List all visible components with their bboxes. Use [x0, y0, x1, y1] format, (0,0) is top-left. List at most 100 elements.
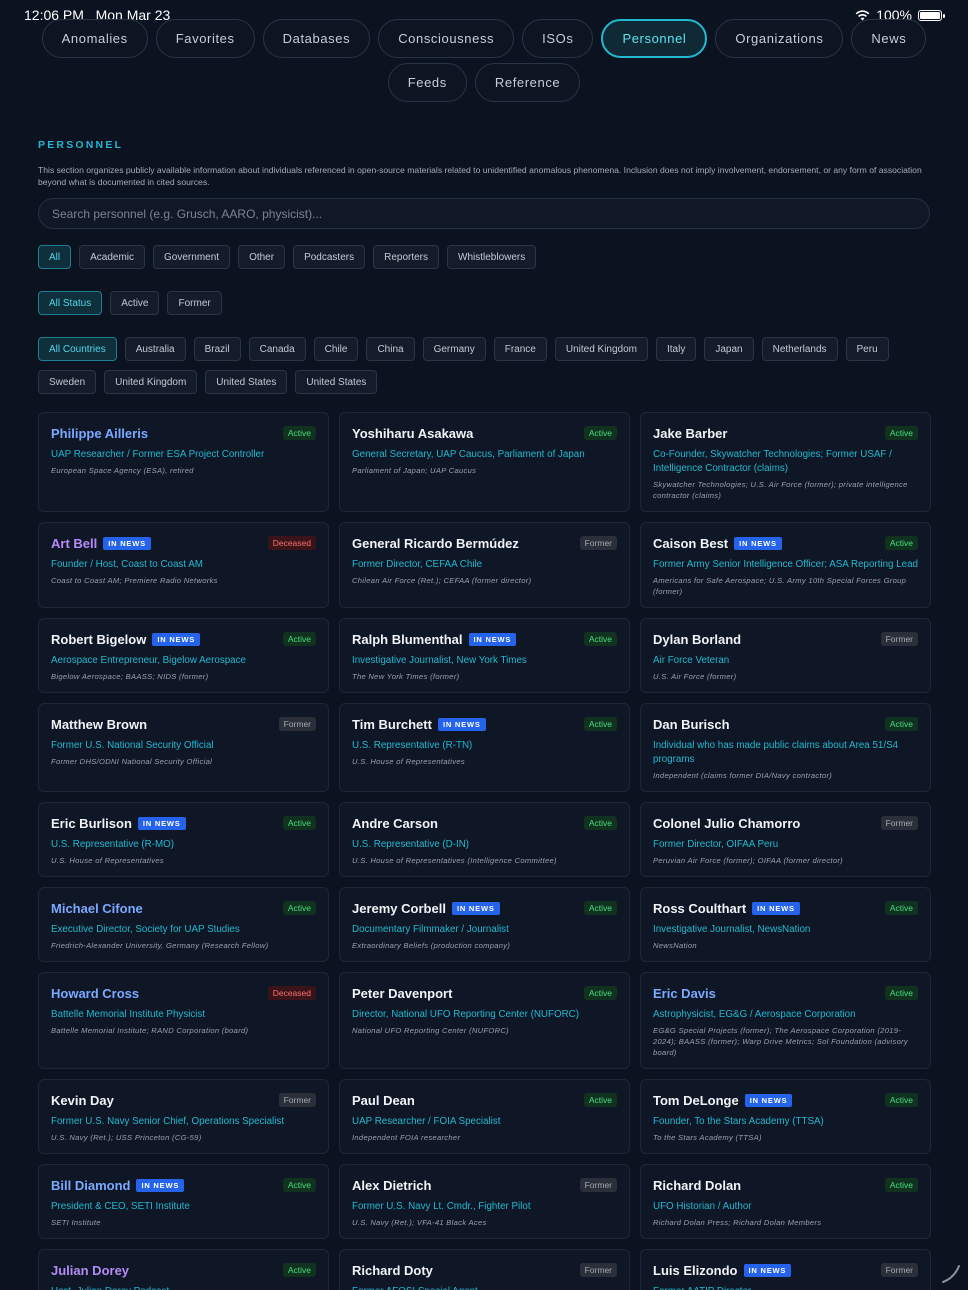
tab-databases[interactable]: Databases	[262, 19, 371, 58]
type-filter-academic[interactable]: Academic	[79, 245, 146, 269]
personnel-card[interactable]: Matthew Brown Former Former U.S. National …	[38, 703, 329, 792]
status-filter-former[interactable]: Former	[167, 291, 222, 315]
person-name[interactable]: Luis Elizondo	[653, 1263, 738, 1278]
type-filter-whistleblowers[interactable]: Whistleblowers	[447, 245, 537, 269]
person-name[interactable]: Dan Burisch	[653, 717, 730, 732]
person-name[interactable]: Eric Davis	[653, 986, 716, 1001]
person-name[interactable]: Howard Cross	[51, 986, 139, 1001]
person-name[interactable]: Jake Barber	[653, 426, 727, 441]
personnel-card[interactable]: Bill Diamond IN NEWS Active President & CEO…	[38, 1164, 329, 1239]
personnel-card[interactable]: Caison Best IN NEWS Active Former Army Seni…	[640, 522, 931, 608]
personnel-card[interactable]: Alex Dietrich Former Former U.S. Navy Lt. …	[339, 1164, 630, 1239]
personnel-card[interactable]: Eric Davis Active Astrophysicist, EG&G / A…	[640, 972, 931, 1069]
tab-consciousness[interactable]: Consciousness	[378, 19, 515, 58]
personnel-card[interactable]: Richard Dolan Active UFO Historian / Autho…	[640, 1164, 931, 1239]
country-filter-united-kingdom[interactable]: United Kingdom	[554, 337, 648, 361]
person-name[interactable]: Michael Cifone	[51, 901, 143, 916]
country-filter-canada[interactable]: Canada	[248, 337, 306, 361]
tab-feeds[interactable]: Feeds	[387, 63, 467, 102]
person-name[interactable]: Bill Diamond	[51, 1178, 130, 1193]
country-filter-australia[interactable]: Australia	[124, 337, 186, 361]
card-header: Dan Burisch	[653, 716, 918, 732]
personnel-card[interactable]: Julian Dorey Active Host, Julian Dorey Pod…	[38, 1249, 329, 1290]
country-filter-united-states[interactable]: United States	[205, 370, 288, 394]
person-name[interactable]: Dylan Borland	[653, 632, 741, 647]
type-filter-other[interactable]: Other	[238, 245, 286, 269]
tab-anomalies[interactable]: Anomalies	[41, 19, 148, 58]
personnel-card[interactable]: Eric Burlison IN NEWS Active U.S. Represent…	[38, 802, 329, 877]
country-filter-sweden[interactable]: Sweden	[38, 370, 97, 394]
person-name[interactable]: Colonel Julio Chamorro	[653, 816, 800, 831]
type-filter-podcasters[interactable]: Podcasters	[293, 245, 366, 269]
tab-organizations[interactable]: Organizations	[715, 19, 844, 58]
personnel-card[interactable]: Richard Doty Former Former AFOSI Special A…	[339, 1249, 630, 1290]
personnel-card[interactable]: Jake Barber Active Co-Founder, Skywatcher …	[640, 412, 931, 512]
person-name[interactable]: Paul Dean	[352, 1093, 415, 1108]
status-filter-active[interactable]: Active	[110, 291, 160, 315]
personnel-card[interactable]: Andre Carson Active U.S. Representative (D…	[339, 802, 630, 877]
person-name[interactable]: Jeremy Corbell	[352, 901, 446, 916]
personnel-card[interactable]: Tim Burchett IN NEWS Active U.S. Representa…	[339, 703, 630, 792]
country-filter-china[interactable]: China	[366, 337, 415, 361]
tab-isos[interactable]: ISOs	[522, 19, 594, 58]
country-filter-germany[interactable]: Germany	[422, 337, 486, 361]
personnel-card[interactable]: Art Bell IN NEWS Deceased Founder / Host, C…	[38, 522, 329, 608]
personnel-card[interactable]: Tom DeLonge IN NEWS Active Founder, To the …	[640, 1079, 931, 1154]
country-filter-japan[interactable]: Japan	[704, 337, 754, 361]
personnel-card[interactable]: Ross Coulthart IN NEWS Active Investigative…	[640, 887, 931, 962]
personnel-card[interactable]: Dylan Borland Former Air Force Veteran U.S.…	[640, 618, 931, 693]
personnel-card[interactable]: Luis Elizondo IN NEWS Former Former AATIP D…	[640, 1249, 931, 1290]
personnel-card[interactable]: Howard Cross Deceased Battelle Memorial In…	[38, 972, 329, 1069]
country-filter-peru[interactable]: Peru	[845, 337, 889, 361]
personnel-card[interactable]: Jeremy Corbell IN NEWS Active Documentary F…	[339, 887, 630, 962]
type-filter-all[interactable]: All	[38, 245, 72, 269]
personnel-card[interactable]: Dan Burisch Active Individual who has made…	[640, 703, 931, 792]
tab-personnel[interactable]: Personnel	[601, 19, 708, 58]
country-filter-all-countries[interactable]: All Countries	[38, 337, 117, 361]
tab-news[interactable]: News	[851, 19, 927, 58]
person-name[interactable]: Caison Best	[653, 536, 728, 551]
person-name[interactable]: Yoshiharu Asakawa	[352, 426, 473, 441]
person-name[interactable]: Philippe Ailleris	[51, 426, 148, 441]
country-filter-france[interactable]: France	[493, 337, 547, 361]
person-name[interactable]: Ross Coulthart	[653, 901, 746, 916]
personnel-card[interactable]: Philippe Ailleris Active UAP Researcher / …	[38, 412, 329, 512]
person-name[interactable]: Richard Doty	[352, 1263, 433, 1278]
country-filter-italy[interactable]: Italy	[656, 337, 697, 361]
person-name[interactable]: General Ricardo Bermúdez	[352, 536, 519, 551]
country-filter-chile[interactable]: Chile	[313, 337, 359, 361]
country-filter-netherlands[interactable]: Netherlands	[761, 337, 838, 361]
person-name[interactable]: Richard Dolan	[653, 1178, 741, 1193]
person-name[interactable]: Julian Dorey	[51, 1263, 129, 1278]
scroll-indicator-icon[interactable]	[940, 1262, 962, 1284]
person-name[interactable]: Kevin Day	[51, 1093, 114, 1108]
country-filter-united-kingdom[interactable]: United Kingdom	[104, 370, 198, 394]
personnel-card[interactable]: Michael Cifone Active Executive Director, …	[38, 887, 329, 962]
personnel-card[interactable]: Kevin Day Former Former U.S. Navy Senior C…	[38, 1079, 329, 1154]
person-name[interactable]: Robert Bigelow	[51, 632, 146, 647]
person-name[interactable]: Art Bell	[51, 536, 97, 551]
type-filter-reporters[interactable]: Reporters	[373, 245, 440, 269]
person-name[interactable]: Tom DeLonge	[653, 1093, 739, 1108]
person-name[interactable]: Andre Carson	[352, 816, 438, 831]
personnel-card[interactable]: Robert Bigelow IN NEWS Active Aerospace Ent…	[38, 618, 329, 693]
person-name[interactable]: Eric Burlison	[51, 816, 132, 831]
personnel-card[interactable]: General Ricardo Bermúdez Former Former Dir…	[339, 522, 630, 608]
country-filter-brazil[interactable]: Brazil	[193, 337, 241, 361]
person-name[interactable]: Matthew Brown	[51, 717, 147, 732]
tab-favorites[interactable]: Favorites	[155, 19, 255, 58]
tab-reference[interactable]: Reference	[474, 63, 581, 102]
personnel-card[interactable]: Paul Dean Active UAP Researcher / FOIA Spe…	[339, 1079, 630, 1154]
country-filter-united-states[interactable]: United States	[295, 370, 378, 394]
personnel-card[interactable]: Ralph Blumenthal IN NEWS Active Investigati…	[339, 618, 630, 693]
person-name[interactable]: Alex Dietrich	[352, 1178, 431, 1193]
status-filter-all-status[interactable]: All Status	[38, 291, 103, 315]
type-filter-government[interactable]: Government	[153, 245, 231, 269]
personnel-card[interactable]: Colonel Julio Chamorro Former Former Direc…	[640, 802, 931, 877]
person-name[interactable]: Ralph Blumenthal	[352, 632, 463, 647]
person-name[interactable]: Tim Burchett	[352, 717, 432, 732]
person-name[interactable]: Peter Davenport	[352, 986, 452, 1001]
search-input[interactable]	[38, 198, 930, 229]
personnel-card[interactable]: Peter Davenport Active Director, National …	[339, 972, 630, 1069]
personnel-card[interactable]: Yoshiharu Asakawa Active General Secretary…	[339, 412, 630, 512]
